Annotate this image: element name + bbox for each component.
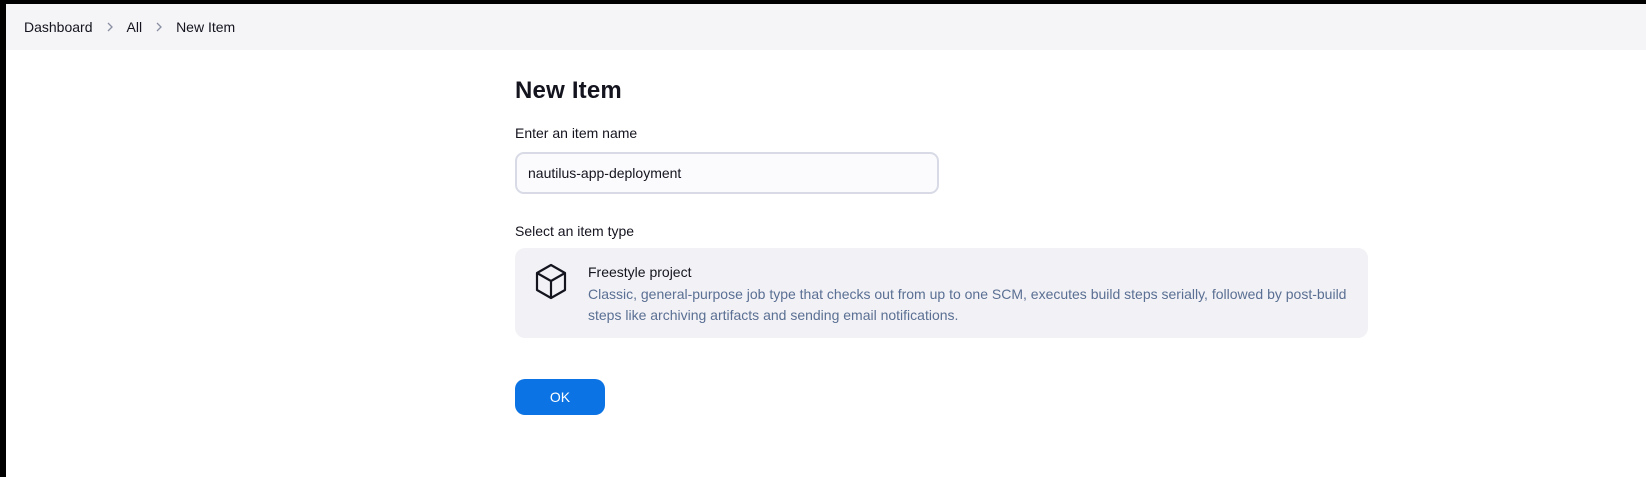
- cube-icon: [533, 262, 569, 302]
- item-name-label: Enter an item name: [515, 125, 638, 141]
- breadcrumb-new-item[interactable]: New Item: [176, 19, 235, 35]
- new-item-form: New Item Enter an item name Select an it…: [515, 50, 1368, 415]
- chevron-right-icon: [142, 17, 176, 37]
- breadcrumb-dashboard[interactable]: Dashboard: [24, 19, 93, 35]
- breadcrumb: Dashboard All New Item: [6, 4, 1646, 50]
- page-title: New Item: [515, 77, 622, 104]
- item-type-title: Freestyle project: [588, 264, 692, 280]
- item-type-label: Select an item type: [515, 223, 635, 239]
- ok-button[interactable]: OK: [515, 379, 605, 415]
- item-type-freestyle-project[interactable]: Freestyle project Classic, general-purpo…: [515, 248, 1368, 338]
- breadcrumb-all[interactable]: All: [127, 19, 143, 35]
- item-name-input[interactable]: [515, 152, 939, 194]
- chevron-right-icon: [93, 17, 127, 37]
- page: Dashboard All New Item New Item Enter an…: [6, 4, 1646, 477]
- item-type-description: Classic, general-purpose job type that c…: [588, 286, 1347, 323]
